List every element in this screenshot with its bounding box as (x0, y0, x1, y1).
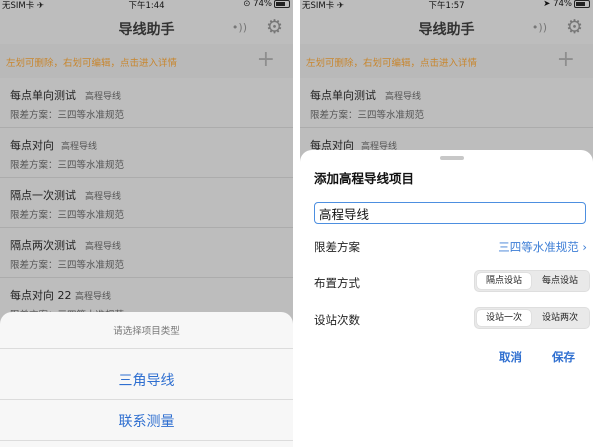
project-list: 每点单向测试 高程导线 限差方案：三四等水准规范 每点对向 高程导线 限差方案：… (0, 78, 293, 328)
project-type-sheet: 请选择项目类型 三角导线 联系测量 (0, 312, 293, 447)
option-connection-survey[interactable]: 联系测量 (0, 411, 293, 431)
battery-status: ➤ 74% (543, 0, 590, 9)
chevron-right-icon: › (582, 240, 587, 254)
page-title: 导线助手 (418, 22, 475, 38)
layout-option-every[interactable]: 每点设站 (533, 273, 587, 289)
divider (0, 440, 293, 441)
sound-icon[interactable]: •)) (232, 21, 247, 34)
item-name: 每点单向测试 (10, 89, 76, 102)
screen-gap (293, 0, 300, 447)
stations-option-twice[interactable]: 设站两次 (533, 310, 587, 326)
hint-text: 左划可删除，右划可编辑，点击进入详情 (306, 58, 478, 69)
right-phone-screen: 无SIM卡 ✈ 下午1:57 ➤ 74% 导线助手 •)) ⚙ 左划可删除，右划… (300, 0, 593, 447)
divider (0, 348, 293, 349)
gear-icon[interactable]: ⚙ (566, 16, 583, 38)
battery-icon (574, 0, 590, 8)
scheme-selector[interactable]: 三四等水准规范 › (498, 239, 587, 255)
item-scheme: 限差方案：三四等水准规范 (10, 260, 125, 271)
list-item[interactable]: 每点单向测试 高程导线 限差方案：三四等水准规范 (300, 78, 593, 128)
item-name: 隔点两次测试 (10, 239, 76, 252)
project-name-input[interactable] (314, 202, 586, 224)
sheet-title: 请选择项目类型 (113, 326, 180, 337)
location-icon: ⊙ (243, 0, 254, 9)
item-type-tag: 高程导线 (85, 92, 122, 102)
left-phone-screen: 无SIM卡 ✈ 下午1:44 ⊙ 74% 导线助手 •)) ⚙ 左划可删除，右划… (0, 0, 293, 447)
item-type-tag: 高程导线 (61, 142, 98, 152)
scheme-value: 三四等水准规范 (498, 240, 579, 254)
item-type-tag: 高程导线 (385, 92, 422, 102)
nav-bar: 导线助手 •)) ⚙ (300, 10, 593, 44)
battery-status: ⊙ 74% (243, 0, 290, 9)
list-item[interactable]: 隔点两次测试 高程导线 限差方案：三四等水准规范 (0, 228, 293, 278)
add-project-modal: 添加高程导线项目 限差方案 三四等水准规范 › 布置方式 隔点设站 每点设站 设… (300, 150, 593, 447)
gear-icon[interactable]: ⚙ (266, 16, 283, 38)
item-type-tag: 高程导线 (85, 192, 122, 202)
battery-percent: 74% (253, 0, 272, 9)
list-item[interactable]: 隔点一次测试 高程导线 限差方案：三四等水准规范 (0, 178, 293, 228)
item-scheme: 限差方案：三四等水准规范 (10, 210, 125, 221)
status-bar: 无SIM卡 ✈ 下午1:57 ➤ 74% (300, 0, 593, 11)
stations-option-once[interactable]: 设站一次 (477, 310, 531, 326)
save-button[interactable]: 保存 (552, 349, 575, 365)
hint-bar: 左划可删除，右划可编辑，点击进入详情 + (0, 44, 293, 78)
nav-bar: 导线助手 •)) ⚙ (0, 10, 293, 44)
list-item[interactable]: 每点单向测试 高程导线 限差方案：三四等水准规范 (0, 78, 293, 128)
item-name: 隔点一次测试 (10, 189, 76, 202)
battery-percent: 74% (553, 0, 572, 9)
battery-icon (274, 0, 290, 8)
hint-bar: 左划可删除，右划可编辑，点击进入详情 + (300, 44, 593, 78)
item-name: 每点对向 22 (10, 289, 72, 302)
page-title: 导线助手 (118, 22, 175, 38)
divider (0, 399, 293, 400)
option-triangle-traverse[interactable]: 三角导线 (0, 370, 293, 390)
item-scheme: 限差方案：三四等水准规范 (310, 110, 425, 121)
layout-segmented-control: 隔点设站 每点设站 (474, 270, 590, 292)
add-icon[interactable]: + (257, 47, 275, 72)
modal-title: 添加高程导线项目 (314, 171, 415, 186)
hint-text: 左划可删除，右划可编辑，点击进入详情 (6, 58, 178, 69)
item-name: 每点单向测试 (310, 89, 376, 102)
item-type-tag: 高程导线 (75, 292, 112, 302)
add-icon[interactable]: + (557, 47, 575, 72)
status-bar: 无SIM卡 ✈ 下午1:44 ⊙ 74% (0, 0, 293, 11)
item-scheme: 限差方案：三四等水准规范 (10, 160, 125, 171)
drag-handle[interactable] (440, 156, 464, 160)
item-type-tag: 高程导线 (85, 242, 122, 252)
item-name: 每点对向 (10, 139, 54, 152)
location-icon: ➤ (543, 0, 554, 9)
cancel-button[interactable]: 取消 (499, 349, 522, 365)
item-scheme: 限差方案：三四等水准规范 (10, 110, 125, 121)
stations-label: 设站次数 (314, 313, 360, 327)
scheme-label: 限差方案 (314, 240, 360, 254)
layout-label: 布置方式 (314, 276, 360, 290)
sound-icon[interactable]: •)) (532, 21, 547, 34)
layout-option-alternate[interactable]: 隔点设站 (477, 273, 531, 289)
stations-segmented-control: 设站一次 设站两次 (474, 307, 590, 329)
list-item[interactable]: 每点对向 高程导线 限差方案：三四等水准规范 (0, 128, 293, 178)
